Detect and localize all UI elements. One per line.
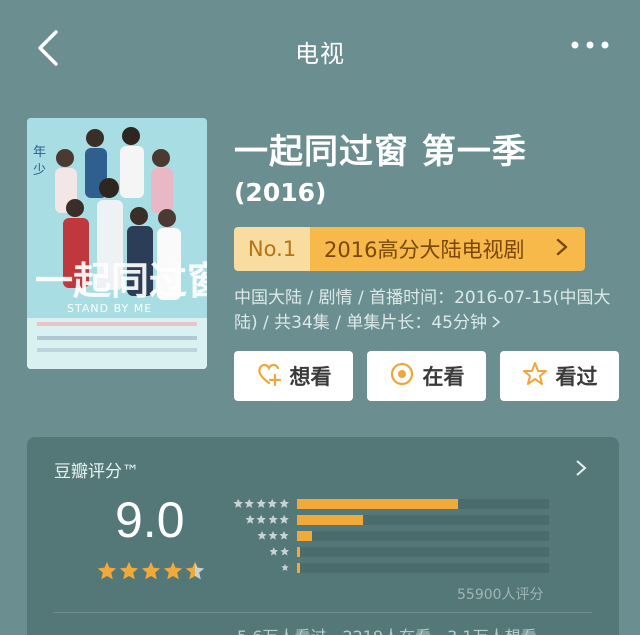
- want-label: 想看: [289, 365, 332, 389]
- show-year: (2016): [234, 178, 327, 207]
- chevron-right-icon[interactable]: [575, 459, 587, 477]
- watch-stats: 5.6万人看过 2219人在看 3.1万人想看: [237, 623, 537, 635]
- star-icon: [256, 498, 266, 508]
- star-icon: [257, 530, 267, 540]
- star-icon: [279, 514, 289, 524]
- watching-label: 在看: [422, 365, 465, 389]
- show-title: 一起同过窗 第一季: [234, 132, 527, 172]
- rating-stars: [97, 561, 207, 583]
- star-icon: [245, 514, 255, 524]
- rank-badge[interactable]: No.1 2016高分大陆电视剧: [234, 227, 585, 271]
- bar-track: [297, 531, 549, 541]
- row-stars: [233, 498, 289, 510]
- rating-title: 豆瓣评分™: [54, 462, 139, 482]
- bar-track: [297, 499, 549, 509]
- star-icon: [279, 498, 289, 508]
- watching-button[interactable]: 在看: [367, 351, 486, 401]
- star-icon: [267, 498, 278, 508]
- chevron-right-icon: [551, 236, 573, 263]
- star-icon: [268, 530, 278, 540]
- heart-plus-icon: [256, 361, 282, 392]
- star-icon: [279, 547, 289, 556]
- star-outline-icon: [522, 361, 548, 392]
- star-icon: [97, 561, 117, 580]
- watched-label: 看过: [555, 365, 598, 389]
- nav-bar: 电视: [0, 0, 640, 96]
- star-icon: [244, 498, 255, 508]
- star-icon: [233, 498, 243, 508]
- bar-fill: [297, 531, 313, 541]
- star-icon: [163, 561, 183, 580]
- row-stars: [281, 562, 289, 574]
- more-dots-icon[interactable]: [570, 35, 610, 55]
- bar-track: [297, 563, 549, 573]
- star-icon: [256, 514, 267, 524]
- distribution-row: [225, 497, 555, 513]
- row-stars: [269, 546, 289, 558]
- meta-text: 中国大陆 / 剧情 / 首播时间：2016-07-15(中国大陆) / 共34集…: [234, 288, 611, 333]
- distribution-row: [225, 561, 555, 577]
- star-icon: [267, 514, 278, 524]
- star-icon: [269, 547, 279, 556]
- raters-count: 55900人评分: [457, 587, 544, 603]
- row-stars: [257, 530, 289, 542]
- rating-card[interactable]: 豆瓣评分™ 9.0 55900人评分 5.6万人看过 2219人在看 3.1万人…: [27, 437, 619, 635]
- star-icon: [279, 530, 289, 540]
- bar-track: [297, 547, 549, 557]
- star-icon: [119, 561, 139, 580]
- star-icon: [281, 563, 289, 571]
- rank-label: 2016高分大陆电视剧: [324, 238, 525, 262]
- distribution-row: [225, 529, 555, 545]
- bar-fill: [297, 499, 459, 509]
- distribution-row: [225, 545, 555, 561]
- page-title: 电视: [295, 40, 345, 68]
- svg-text:STAND BY ME: STAND BY ME: [67, 302, 152, 315]
- svg-text:年: 年: [33, 145, 46, 160]
- svg-text:少: 少: [33, 163, 46, 178]
- divider: [54, 612, 592, 613]
- bar-track: [297, 515, 549, 525]
- want-to-watch-button[interactable]: 想看: [234, 351, 353, 401]
- rank-number: No.1: [234, 227, 310, 271]
- rating-score: 9.0: [115, 492, 185, 548]
- distribution-row: [225, 513, 555, 529]
- bar-fill: [297, 515, 363, 525]
- row-stars: [245, 514, 289, 526]
- chevron-right-icon: [491, 311, 501, 328]
- star-icon: [141, 561, 161, 580]
- target-icon: [389, 361, 415, 392]
- star-half-icon: [185, 561, 205, 580]
- poster-image[interactable]: 年 少 一起同过窗 STAND BY ME: [27, 118, 207, 369]
- show-meta[interactable]: 中国大陆 / 剧情 / 首播时间：2016-07-15(中国大陆) / 共34集…: [234, 286, 614, 336]
- rank-label-area: 2016高分大陆电视剧: [310, 227, 585, 271]
- watched-button[interactable]: 看过: [500, 351, 619, 401]
- svg-text:一起同过窗: 一起同过窗: [35, 259, 207, 303]
- bar-fill: [297, 563, 301, 573]
- rating-distribution: [225, 497, 555, 577]
- bar-fill: [297, 547, 301, 557]
